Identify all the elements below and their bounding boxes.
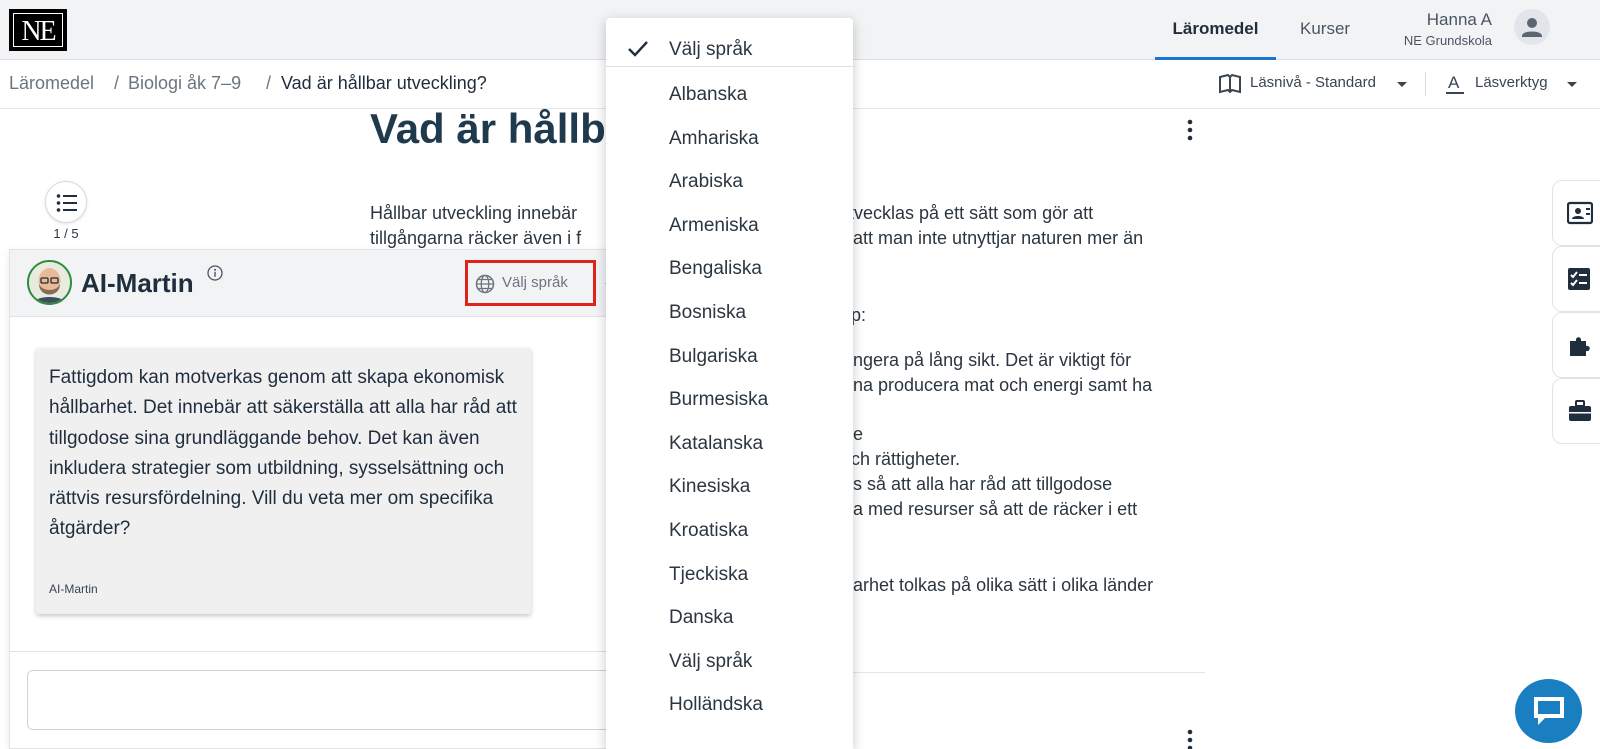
rail-briefcase-button[interactable]	[1552, 378, 1600, 444]
rail-contact-card-button[interactable]	[1552, 180, 1600, 246]
checkmark-icon	[628, 41, 648, 57]
language-option[interactable]: Bulgariska	[669, 346, 758, 368]
checklist-icon	[1568, 268, 1590, 290]
article-text-line: s så att alla har råd att tillgodose	[853, 474, 1113, 494]
chat-bubble-icon	[1534, 697, 1564, 725]
article-text-line: tillgångarna räcker även i f	[370, 228, 582, 248]
logo-text: NE	[13, 13, 63, 47]
language-option[interactable]: Holländska	[669, 694, 763, 716]
svg-text:A: A	[1448, 73, 1460, 92]
briefcase-icon	[1569, 400, 1591, 421]
breadcrumb-current: Vad är hållbar utveckling?	[281, 73, 487, 93]
list-icon	[56, 194, 77, 212]
tab-kurser[interactable]: Kurser	[1300, 0, 1350, 60]
ai-message-bubble: Fattigdom kan motverkas genom att skapa …	[36, 348, 531, 614]
language-option[interactable]: Armeniska	[669, 215, 759, 237]
puzzle-piece-icon	[1570, 337, 1590, 356]
dropdown-divider	[606, 66, 853, 67]
person-icon	[1522, 18, 1542, 37]
article-text-line: utvecklas på ett sätt som gör att	[839, 203, 1094, 223]
language-option[interactable]: Välj språk	[669, 651, 752, 673]
panel-divider	[10, 651, 606, 652]
language-option[interactable]: Arabiska	[669, 171, 743, 193]
chevron-down-icon[interactable]	[1396, 81, 1408, 89]
article-text-line: ngera på lång sikt. Det är viktigt för	[853, 350, 1132, 370]
ai-message-text: Fattigdom kan motverkas genom att skapa …	[49, 367, 517, 540]
ai-panel-header: AI-Martin Välj språk	[10, 250, 615, 317]
language-option[interactable]: Danska	[669, 607, 733, 629]
article-title: Vad är hållba	[370, 105, 630, 152]
contact-card-icon	[1567, 201, 1593, 225]
toc-page-count: 1 / 5	[53, 226, 79, 241]
language-option[interactable]: Tjeckiska	[669, 564, 748, 586]
text-a-icon: A	[1446, 73, 1464, 94]
article-text-line: Hållbar utveckling innebär	[370, 203, 578, 223]
article-text-line: na producera mat och energi samt ha	[853, 375, 1153, 395]
person-portrait-icon	[29, 262, 70, 303]
breadcrumb-separator: /	[114, 73, 120, 93]
ai-martin-avatar	[27, 260, 72, 305]
language-option[interactable]: Kinesiska	[669, 476, 750, 498]
ai-name: AI-Martin	[81, 268, 194, 298]
ne-logo[interactable]: NE	[9, 9, 67, 51]
language-option-selected[interactable]: Välj språk	[669, 39, 752, 61]
language-option[interactable]: Kroatiska	[669, 520, 748, 542]
language-dropdown: Välj språk Albanska Amhariska Arabiska Arme…	[606, 18, 853, 749]
book-icon	[1219, 74, 1241, 94]
toolbar-divider	[1425, 72, 1426, 96]
ai-chat-panel: AI-Martin Välj språk Fattigdom kan motve…	[9, 249, 617, 749]
language-option[interactable]: Bosniska	[669, 302, 746, 324]
article-text-line: e	[853, 424, 864, 444]
chevron-down-icon[interactable]	[1566, 81, 1578, 89]
breadcrumb-laromedel[interactable]: Läromedel	[9, 73, 94, 94]
more-options-icon[interactable]	[1180, 118, 1200, 142]
choose-language-label: Välj språk	[502, 274, 568, 291]
rail-extensions-button[interactable]	[1552, 312, 1600, 378]
article-text-line: p:	[851, 305, 867, 325]
language-option[interactable]: Albanska	[669, 84, 747, 106]
tab-laromedel[interactable]: Läromedel	[1155, 0, 1276, 60]
table-of-contents-button[interactable]	[45, 181, 87, 223]
choose-language-button[interactable]: Välj språk	[465, 260, 596, 306]
article-text-line: och rättigheter.	[841, 449, 961, 469]
breadcrumb-separator: /	[266, 73, 272, 93]
language-option[interactable]: Amhariska	[669, 128, 759, 150]
article-text-line: att man inte utnyttjar naturen mer än	[853, 228, 1144, 248]
reading-level-dropdown[interactable]: Läsnivå - Standard	[1250, 74, 1376, 91]
article-text-line: arhet tolkas på olika sätt i olika lände…	[853, 575, 1154, 595]
globe-icon	[475, 274, 495, 294]
breadcrumb-biologi[interactable]: Biologi åk 7–9	[128, 73, 241, 94]
chat-input[interactable]	[27, 670, 617, 730]
reading-tools-dropdown[interactable]: Läsverktyg	[1475, 74, 1548, 91]
more-options-icon[interactable]	[1180, 728, 1200, 749]
article-text-line: a med resurser så att de räcker i ett	[853, 499, 1138, 519]
user-school: NE Grundskola	[1403, 33, 1492, 48]
language-option[interactable]: Katalanska	[669, 433, 763, 455]
ai-message-author: AI-Martin	[49, 582, 98, 596]
rail-checklist-button[interactable]	[1552, 246, 1600, 312]
language-option[interactable]: Burmesiska	[669, 389, 768, 411]
language-option[interactable]: Bengaliska	[669, 258, 762, 280]
support-chat-button[interactable]	[1515, 679, 1582, 743]
user-avatar[interactable]	[1514, 9, 1550, 45]
info-icon[interactable]	[207, 265, 223, 281]
user-name[interactable]: Hanna A	[1427, 10, 1492, 30]
